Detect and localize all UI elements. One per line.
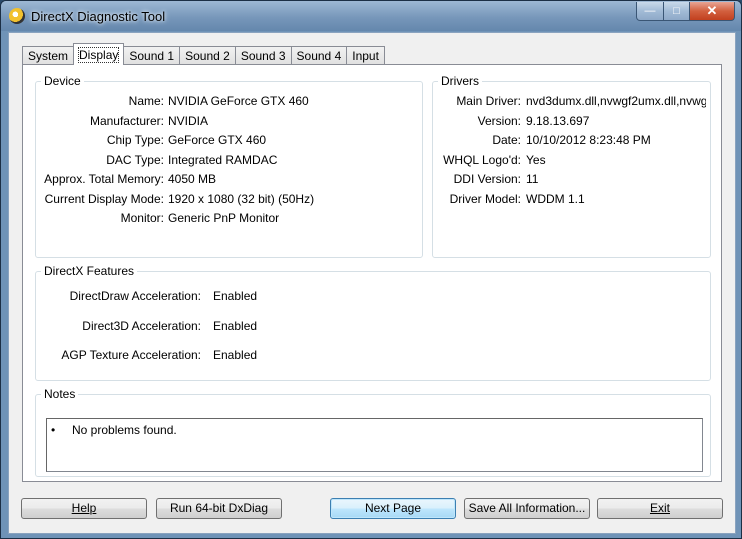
exit-button-label: Exit	[649, 501, 670, 515]
next-page-button-label: Next Page	[364, 501, 422, 515]
tab-label: Sound 4	[296, 49, 342, 63]
whql-label: WHQL Logo'd:	[443, 153, 521, 167]
device-monitor-label: Monitor:	[120, 211, 164, 225]
tab-label: Input	[352, 49, 379, 63]
tab-sound-3[interactable]: Sound 3	[234, 46, 292, 65]
tab-strip: System Display Sound 1 Sound 2 Sound 3 S…	[22, 43, 385, 65]
driver-version-value: 9.18.13.697	[526, 114, 590, 128]
direct3d-value: Enabled	[213, 319, 258, 333]
device-memory-value: 4050 MB	[168, 172, 217, 186]
drivers-group-title: Drivers	[438, 74, 482, 88]
tab-label: Display	[78, 46, 120, 63]
driver-date-value: 10/10/2012 8:23:48 PM	[526, 133, 651, 147]
device-name-value: NVIDIA GeForce GTX 460	[168, 94, 309, 108]
device-dac-type-label: DAC Type:	[106, 153, 164, 167]
save-all-information-button[interactable]: Save All Information...	[464, 498, 590, 519]
directdraw-value: Enabled	[213, 289, 258, 303]
help-button[interactable]: Help	[21, 498, 147, 519]
minimize-button[interactable]: —	[636, 2, 664, 21]
device-memory-label: Approx. Total Memory:	[44, 172, 164, 186]
title-bar[interactable]: DirectX Diagnostic Tool — □ ✕	[1, 1, 741, 31]
driver-model-value: WDDM 1.1	[526, 192, 585, 206]
ddi-version-label: DDI Version:	[453, 172, 521, 186]
window-title: DirectX Diagnostic Tool	[31, 9, 166, 24]
tab-sound-4[interactable]: Sound 4	[290, 46, 348, 65]
tab-label: Sound 3	[240, 49, 286, 63]
agp-texture-value: Enabled	[213, 348, 258, 362]
notes-group: Notes • No problems found.	[35, 387, 711, 477]
ddi-version-value: 11	[526, 172, 539, 186]
directx-app-icon	[9, 8, 25, 24]
device-manufacturer-label: Manufacturer:	[89, 114, 164, 128]
main-driver-label: Main Driver:	[456, 94, 521, 108]
features-group-title: DirectX Features	[41, 264, 138, 278]
tab-sound-1[interactable]: Sound 1	[123, 46, 181, 65]
tab-display[interactable]: Display	[73, 43, 125, 65]
run-64bit-dxdiag-button[interactable]: Run 64-bit DxDiag	[156, 498, 282, 519]
notes-bullet: •	[51, 423, 56, 437]
driver-version-label: Version:	[477, 114, 521, 128]
tab-sound-2[interactable]: Sound 2	[179, 46, 236, 65]
whql-value: Yes	[526, 153, 546, 167]
device-group-title: Device	[41, 74, 84, 88]
directx-features-group: DirectX Features DirectDraw Acceleration…	[35, 264, 711, 381]
directdraw-label: DirectDraw Acceleration:	[69, 289, 201, 303]
device-dac-type-value: Integrated RAMDAC	[168, 153, 278, 167]
help-button-label: Help	[71, 501, 97, 515]
next-page-button[interactable]: Next Page	[330, 498, 456, 519]
tab-input[interactable]: Input	[346, 46, 385, 65]
tab-system[interactable]: System	[22, 46, 75, 65]
minimize-icon: —	[644, 5, 656, 17]
notes-group-title: Notes	[41, 387, 79, 401]
device-manufacturer-value: NVIDIA	[168, 114, 209, 128]
close-button[interactable]: ✕	[690, 2, 735, 21]
drivers-group: Drivers Main Driver: nvd3dumx.dll,nvwgf2…	[432, 74, 711, 258]
direct3d-label: Direct3D Acceleration:	[82, 319, 201, 333]
run64-button-label: Run 64-bit DxDiag	[169, 501, 269, 515]
driver-model-label: Driver Model:	[449, 192, 521, 206]
device-name-label: Name:	[128, 94, 164, 108]
notes-item: No problems found.	[72, 423, 177, 437]
device-chip-type-label: Chip Type:	[106, 133, 164, 147]
exit-button[interactable]: Exit	[597, 498, 723, 519]
device-display-mode-label: Current Display Mode:	[44, 192, 164, 206]
driver-date-label: Date:	[492, 133, 521, 147]
agp-texture-label: AGP Texture Acceleration:	[61, 348, 201, 362]
device-display-mode-value: 1920 x 1080 (32 bit) (50Hz)	[168, 192, 315, 206]
tab-label: Sound 1	[129, 49, 175, 63]
display-tab-panel: Device Name: NVIDIA GeForce GTX 460 Manu…	[22, 64, 722, 482]
device-monitor-value: Generic PnP Monitor	[168, 211, 280, 225]
tab-label: Sound 2	[185, 49, 230, 63]
caption-buttons: — □ ✕	[636, 2, 735, 21]
dxdiag-window: DirectX Diagnostic Tool — □ ✕ System Dis…	[0, 0, 742, 539]
main-driver-value: nvd3dumx.dll,nvwgf2umx.dll,nvwgf2	[526, 94, 706, 108]
notes-textbox[interactable]: • No problems found.	[46, 418, 703, 472]
close-icon: ✕	[706, 3, 718, 18]
maximize-icon: □	[673, 5, 680, 17]
device-chip-type-value: GeForce GTX 460	[168, 133, 267, 147]
tab-label: System	[28, 49, 69, 63]
save-button-label: Save All Information...	[468, 501, 586, 515]
client-area: System Display Sound 1 Sound 2 Sound 3 S…	[8, 32, 736, 534]
maximize-button[interactable]: □	[664, 2, 690, 21]
device-group: Device Name: NVIDIA GeForce GTX 460 Manu…	[35, 74, 423, 258]
